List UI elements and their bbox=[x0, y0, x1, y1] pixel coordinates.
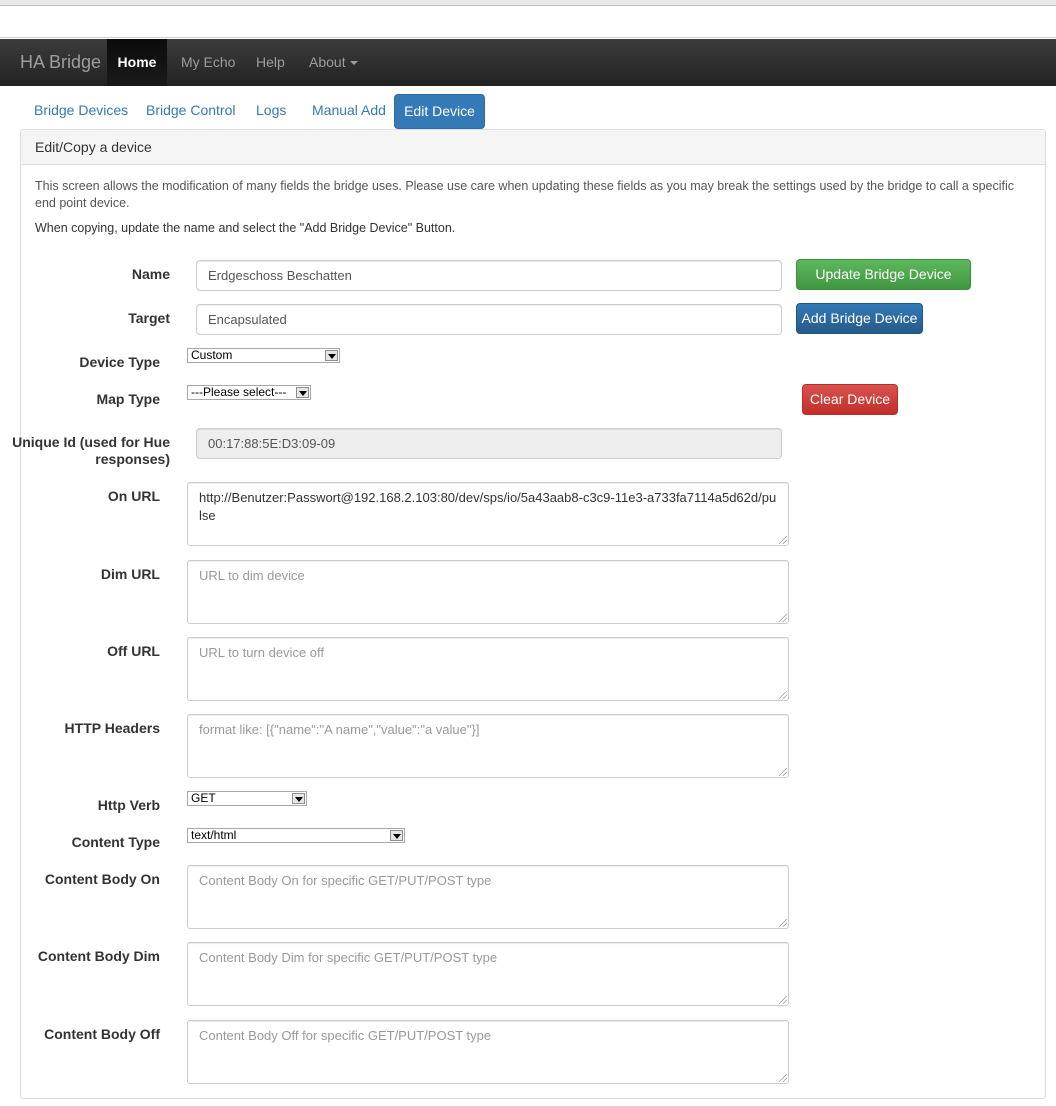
resize-grip-icon[interactable] bbox=[779, 536, 787, 544]
content-body-on-label: Content Body On bbox=[44, 871, 160, 887]
name-label: Name bbox=[131, 266, 170, 282]
content-body-on-placeholder: Content Body On for specific GET/PUT/POS… bbox=[199, 873, 492, 888]
target-input[interactable]: Encapsulated bbox=[196, 304, 782, 335]
target-label: Target bbox=[128, 310, 170, 326]
off-url-textarea[interactable]: URL to turn device off bbox=[187, 637, 789, 701]
resize-grip-icon[interactable] bbox=[779, 768, 787, 776]
resize-grip-icon[interactable] bbox=[779, 691, 787, 699]
dim-url-placeholder: URL to dim device bbox=[199, 568, 305, 583]
resize-grip-icon[interactable] bbox=[779, 614, 787, 622]
nav-my-echo[interactable]: My Echo bbox=[181, 39, 235, 86]
device-type-select[interactable]: Custom bbox=[187, 348, 340, 363]
navbar: HA Bridge Home My Echo Help About bbox=[0, 39, 1056, 86]
unique-id-label-line2: responses) bbox=[95, 451, 170, 467]
content-body-on-textarea[interactable]: Content Body On for specific GET/PUT/POS… bbox=[187, 865, 789, 929]
content-body-off-placeholder: Content Body Off for specific GET/PUT/PO… bbox=[199, 1028, 492, 1043]
panel-heading: Edit/Copy a device bbox=[21, 130, 1045, 165]
http-headers-placeholder: format like: [{"name":"A name","value":"… bbox=[199, 722, 480, 737]
dropdown-arrow-icon bbox=[390, 830, 403, 841]
browser-top-strip bbox=[0, 0, 1056, 38]
map-type-select[interactable]: ---Please select--- bbox=[187, 385, 311, 400]
http-headers-label: HTTP Headers bbox=[64, 720, 160, 736]
tab-bridge-devices[interactable]: Bridge Devices bbox=[34, 94, 128, 129]
content-type-select[interactable]: text/html bbox=[187, 828, 405, 843]
tab-bridge-control[interactable]: Bridge Control bbox=[146, 94, 236, 129]
on-url-value: http://Benutzer:Passwort@192.168.2.103:8… bbox=[199, 490, 777, 523]
http-headers-textarea[interactable]: format like: [{"name":"A name","value":"… bbox=[187, 714, 789, 778]
content-body-off-textarea[interactable]: Content Body Off for specific GET/PUT/PO… bbox=[187, 1020, 789, 1084]
unique-id-label: Unique Id (used for Hue responses) bbox=[10, 434, 170, 468]
device-type-value: Custom bbox=[191, 348, 233, 362]
caret-down-icon bbox=[349, 61, 358, 66]
off-url-label: Off URL bbox=[107, 643, 160, 659]
dim-url-label: Dim URL bbox=[100, 566, 160, 582]
content-type-value: text/html bbox=[191, 828, 237, 842]
nav-about-label: About bbox=[309, 54, 346, 70]
tab-edit-device[interactable]: Edit Device bbox=[394, 94, 485, 129]
add-bridge-device-button[interactable]: Add Bridge Device bbox=[796, 303, 923, 334]
content-body-dim-textarea[interactable]: Content Body Dim for specific GET/PUT/PO… bbox=[187, 942, 789, 1006]
unique-id-input[interactable]: 00:17:88:5E:D3:09-09 bbox=[196, 428, 782, 459]
resize-grip-icon[interactable] bbox=[779, 919, 787, 927]
unique-id-label-line1: Unique Id (used for Hue bbox=[12, 434, 170, 450]
dropdown-arrow-icon bbox=[292, 793, 305, 804]
brand[interactable]: HA Bridge bbox=[20, 39, 101, 86]
off-url-placeholder: URL to turn device off bbox=[199, 645, 325, 660]
tab-manual-add[interactable]: Manual Add bbox=[312, 94, 386, 129]
copy-hint: When copying, update the name and select… bbox=[35, 221, 456, 235]
resize-grip-icon[interactable] bbox=[779, 996, 787, 1004]
content-type-label: Content Type bbox=[71, 834, 160, 850]
name-input[interactable]: Erdgeschoss Beschatten bbox=[196, 260, 782, 291]
tab-logs[interactable]: Logs bbox=[256, 94, 286, 129]
nav-about[interactable]: About bbox=[309, 39, 358, 86]
dropdown-arrow-icon bbox=[325, 350, 338, 361]
on-url-label: On URL bbox=[107, 488, 160, 504]
dim-url-textarea[interactable]: URL to dim device bbox=[187, 560, 789, 624]
http-verb-select[interactable]: GET bbox=[187, 791, 307, 806]
content-body-dim-placeholder: Content Body Dim for specific GET/PUT/PO… bbox=[199, 950, 498, 965]
content-body-dim-label: Content Body Dim bbox=[37, 948, 160, 964]
resize-grip-icon[interactable] bbox=[779, 1074, 787, 1082]
on-url-textarea[interactable]: http://Benutzer:Passwort@192.168.2.103:8… bbox=[187, 482, 789, 546]
http-verb-value: GET bbox=[191, 791, 216, 805]
dropdown-arrow-icon bbox=[296, 387, 309, 398]
device-type-label: Device Type bbox=[79, 354, 160, 370]
nav-help[interactable]: Help bbox=[256, 39, 285, 86]
panel-description: This screen allows the modification of m… bbox=[35, 179, 1015, 210]
clear-device-button[interactable]: Clear Device bbox=[802, 384, 898, 415]
map-type-label: Map Type bbox=[96, 391, 160, 407]
http-verb-label: Http Verb bbox=[97, 797, 160, 813]
update-bridge-device-button[interactable]: Update Bridge Device bbox=[796, 259, 971, 290]
content-body-off-label: Content Body Off bbox=[44, 1026, 160, 1042]
map-type-value: ---Please select--- bbox=[191, 385, 287, 399]
nav-home[interactable]: Home bbox=[107, 39, 167, 86]
